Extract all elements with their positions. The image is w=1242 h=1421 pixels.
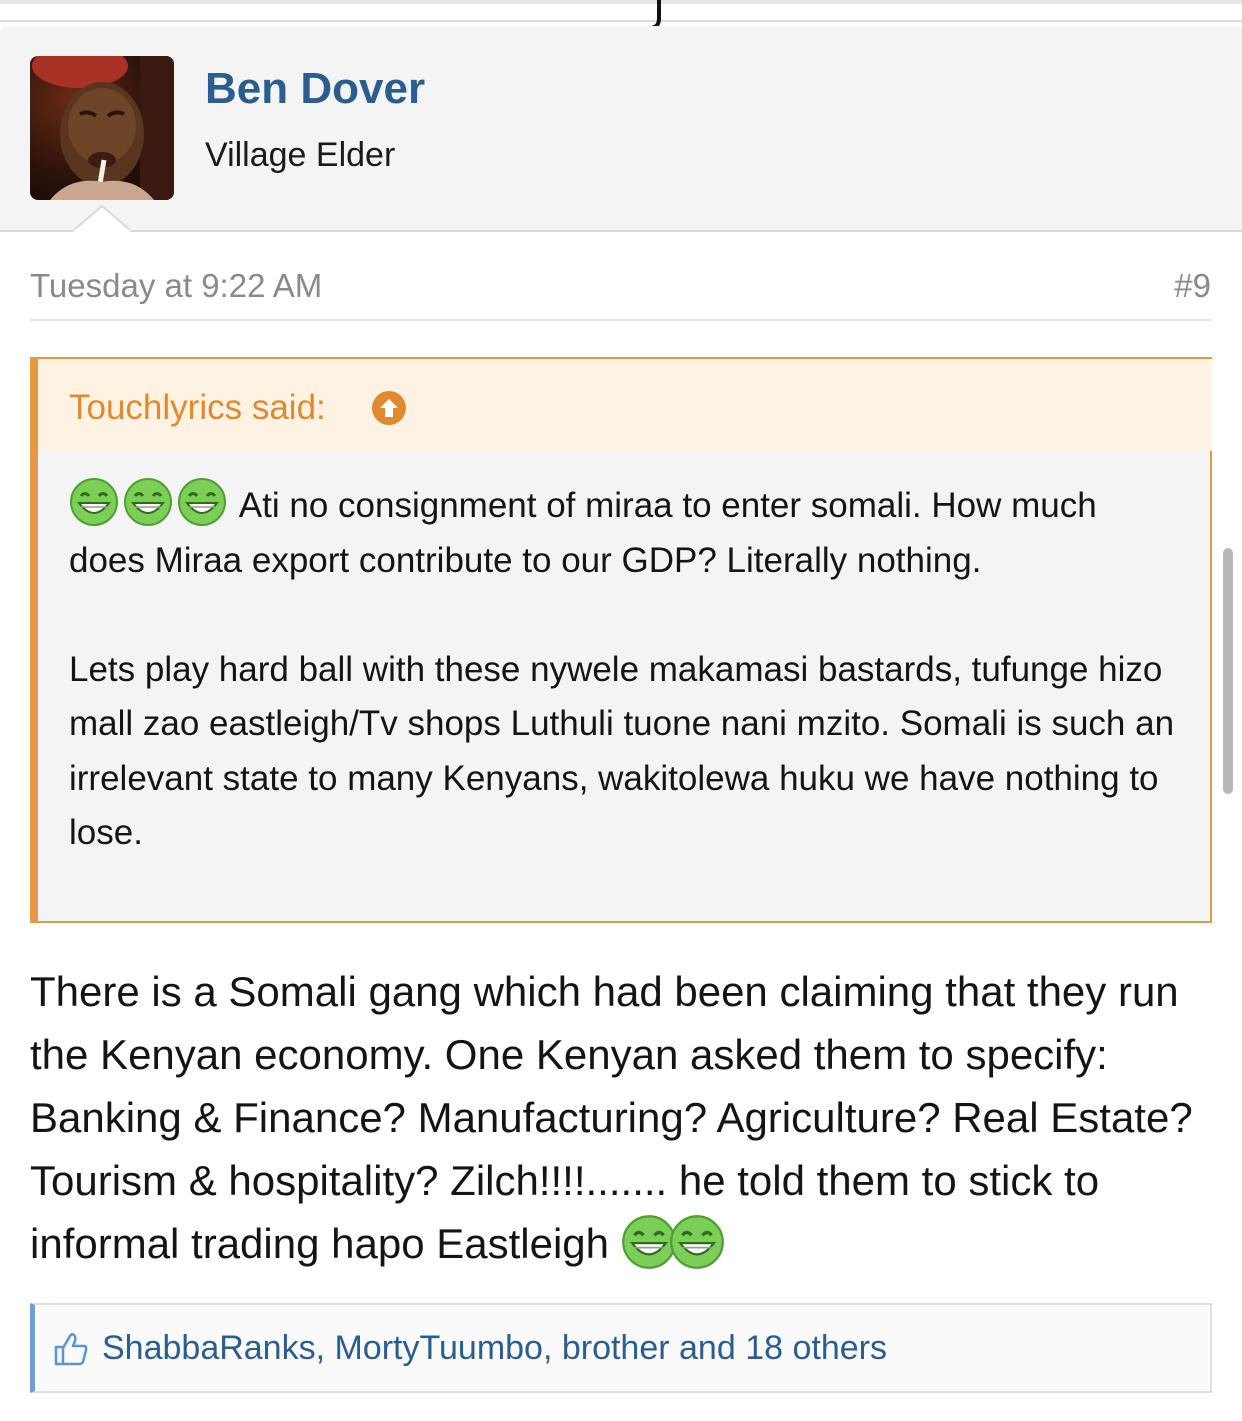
previous-post-stroke	[652, 0, 661, 28]
quote-block: Touchlyrics said: Ati no consignment of …	[30, 357, 1212, 923]
post-author-panel	[0, 26, 1242, 232]
grinning-face-icon	[177, 477, 227, 527]
likes-summary: ShabbaRanks, MortyTuumbo, brother and 18…	[30, 1303, 1212, 1393]
user-title: Village Elder	[205, 136, 396, 174]
meta-divider	[30, 319, 1212, 321]
quote-paragraph: Ati no consignment of miraa to enter som…	[69, 477, 1179, 588]
avatar[interactable]	[30, 56, 174, 200]
post-author-name[interactable]: Ben Dover	[205, 62, 425, 116]
grinning-face-icon	[123, 477, 173, 527]
post-message-text: There is a Somali gang which had been cl…	[30, 968, 1193, 1267]
quote-attribution[interactable]: Touchlyrics said:	[69, 387, 326, 429]
top-divider	[0, 0, 1242, 4]
post-timestamp[interactable]: Tuesday at 9:22 AM	[30, 266, 322, 306]
arrow-up-circle-icon[interactable]	[372, 391, 406, 425]
top-divider-secondary	[0, 20, 1242, 22]
likes-list-link[interactable]: ShabbaRanks, MortyTuumbo, brother and 18…	[102, 1328, 887, 1368]
grinning-face-icon	[69, 477, 119, 527]
thumbs-up-icon	[54, 1332, 88, 1366]
quote-paragraph-2-text: Lets play hard ball with these nywele ma…	[69, 649, 1175, 853]
grinning-face-icon	[669, 1214, 725, 1270]
author-pointer	[74, 204, 130, 234]
quote-header: Touchlyrics said:	[38, 359, 1212, 451]
quote-content: Ati no consignment of miraa to enter som…	[69, 477, 1179, 861]
post-message: There is a Somali gang which had been cl…	[30, 960, 1220, 1275]
scrollbar-thumb[interactable]	[1223, 548, 1233, 794]
post-number-link[interactable]: #9	[1174, 266, 1211, 306]
